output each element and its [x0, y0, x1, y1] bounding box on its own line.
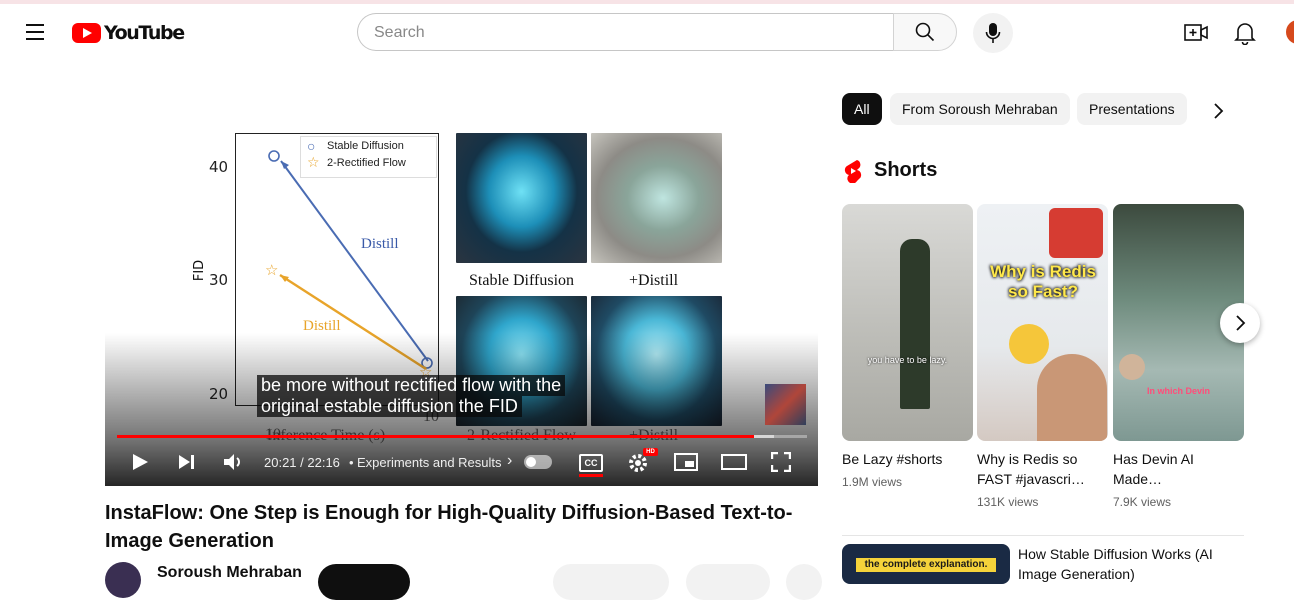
- next-video-icon[interactable]: [178, 454, 196, 470]
- cc-active-indicator: [579, 474, 603, 477]
- short-title[interactable]: Has Devin AI Made…: [1113, 449, 1233, 489]
- short-views: 7.9K views: [1113, 495, 1172, 509]
- logo-text: YouTube: [104, 22, 185, 44]
- closed-captions: be more without rectified flow with the …: [257, 375, 566, 417]
- chevron-right-icon: [1236, 315, 1246, 331]
- youtube-play-logo-icon: [72, 23, 101, 43]
- section-divider: [842, 535, 1244, 536]
- short-title[interactable]: Why is Redis so FAST #javascri…: [977, 449, 1097, 489]
- autoplay-toggle[interactable]: [524, 455, 552, 469]
- video-player[interactable]: 40 30 20 FID ○Stable Diffusion ☆2-Rectif…: [105, 93, 818, 486]
- create-video-icon[interactable]: [1184, 22, 1208, 49]
- thumbnail-avatar: [1119, 354, 1145, 380]
- time-display: 20:21 / 22:16: [264, 455, 340, 470]
- search-icon: [915, 22, 935, 42]
- notifications-bell-icon[interactable]: [1234, 21, 1256, 50]
- youtube-logo[interactable]: YouTube: [72, 22, 185, 44]
- chip-from-channel[interactable]: From Soroush Mehraban: [890, 93, 1070, 125]
- miniplayer-icon[interactable]: [674, 453, 698, 471]
- chip-presentations[interactable]: Presentations: [1077, 93, 1187, 125]
- caption-line: be more without rectified flow with the: [257, 375, 566, 396]
- hd-badge: HD: [643, 448, 658, 456]
- fullscreen-icon[interactable]: [771, 452, 791, 472]
- more-actions-button[interactable]: [786, 564, 822, 600]
- recommended-thumbnail[interactable]: the complete explanation.: [842, 544, 1010, 584]
- redis-logo-icon: [1049, 208, 1103, 258]
- hamburger-menu-icon[interactable]: [26, 24, 46, 40]
- chapter-arrow: ›: [507, 452, 513, 469]
- emoji-face-icon: [1009, 324, 1049, 364]
- thumbnail-figure: [900, 239, 930, 409]
- theater-mode-icon[interactable]: [721, 454, 747, 470]
- short-overlay-text: In which Devin: [1146, 386, 1210, 396]
- stable-diffusion-heart-image: [456, 133, 587, 263]
- subtitles-cc-icon[interactable]: CC: [579, 454, 603, 472]
- voice-search-button[interactable]: [973, 13, 1013, 53]
- short-overlay-text: Why is Redis so Fast?: [990, 262, 1096, 301]
- channel-watermark[interactable]: [765, 384, 806, 425]
- short-thumbnail[interactable]: you have to be lazy.: [842, 204, 973, 441]
- separator-dot: •: [349, 455, 354, 470]
- subscribe-button[interactable]: [318, 564, 410, 600]
- video-title: InstaFlow: One Step is Enough for High-Q…: [105, 502, 793, 552]
- image-caption: +Distill: [629, 272, 679, 289]
- autoplay-pause-icon: [526, 457, 536, 467]
- short-title[interactable]: Be Lazy #shorts: [842, 449, 962, 469]
- caption-line: original estable diffusion the FID: [257, 396, 522, 417]
- short-views: 1.9M views: [842, 475, 903, 489]
- chips-next-chevron-icon[interactable]: [1212, 102, 1224, 120]
- chip-all[interactable]: All: [842, 93, 882, 125]
- account-avatar[interactable]: [1286, 20, 1294, 44]
- search-button[interactable]: [893, 13, 957, 51]
- shorts-next-button[interactable]: [1220, 303, 1260, 343]
- short-views: 131K views: [977, 495, 1039, 509]
- chapter-title[interactable]: Experiments and Results: [357, 455, 502, 470]
- play-icon[interactable]: [131, 453, 149, 471]
- distill-heart-image: [591, 133, 722, 263]
- top-accent-line: [0, 0, 1294, 4]
- shorts-heading: Shorts: [874, 159, 938, 181]
- svg-text:☆: ☆: [265, 262, 278, 279]
- thumbnail-person: [1037, 354, 1107, 441]
- channel-avatar[interactable]: [105, 562, 141, 598]
- share-button[interactable]: [686, 564, 770, 600]
- search-input[interactable]: Search: [357, 13, 893, 51]
- microphone-icon: [985, 23, 1001, 43]
- volume-icon[interactable]: [223, 452, 245, 472]
- annotation-distill-blue: Distill: [361, 236, 399, 252]
- image-caption: Stable Diffusion: [469, 272, 575, 289]
- short-thumbnail[interactable]: Why is Redis so Fast?: [977, 204, 1108, 441]
- recommended-title[interactable]: How Stable Diffusion Works (AI Image Gen…: [1018, 544, 1228, 584]
- progress-played: [117, 435, 754, 438]
- shorts-logo-icon: [844, 160, 862, 183]
- short-overlay-text: you have to be lazy.: [867, 355, 948, 365]
- like-dislike-button[interactable]: [553, 564, 669, 600]
- channel-name[interactable]: Soroush Mehraban: [157, 564, 302, 582]
